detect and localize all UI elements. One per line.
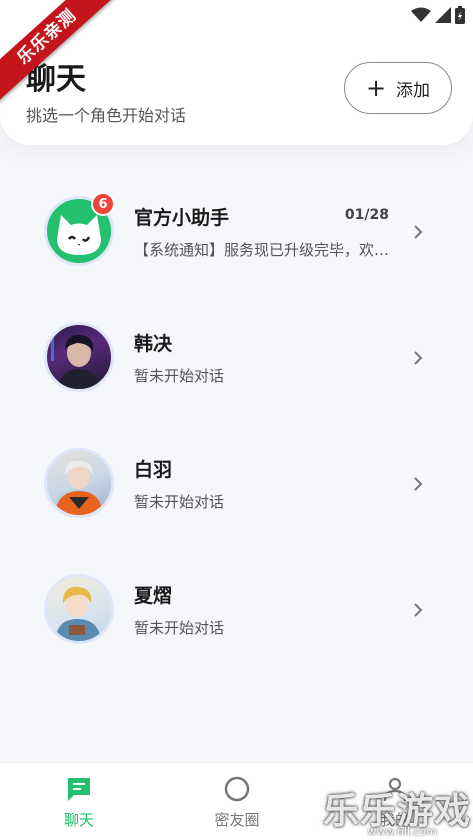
chat-name: 夏熠 (134, 585, 173, 607)
chat-name: 官方小助手 (134, 207, 230, 229)
character-avatar (44, 448, 114, 518)
unread-badge: 6 (91, 192, 115, 216)
chat-preview: 【系统通知】服务现已升级完毕，欢迎使用 (134, 241, 392, 259)
add-button[interactable]: + 添加 (344, 62, 452, 114)
nav-item-chat[interactable]: 聊天 (19, 763, 139, 840)
nav-label: 密友圈 (214, 811, 260, 829)
chat-preview: 暂未开始对话 (134, 367, 225, 385)
bottom-nav: 聊天 密友圈 我的 乐乐游戏 www.6ll.com (0, 762, 473, 840)
chevron-right-icon (414, 603, 423, 617)
chat-time: 01/28 (344, 207, 389, 223)
chat-item-baiyu[interactable]: 白羽 暂未开始对话 (0, 420, 473, 546)
chat-list: 6 官方小助手 01/28 【系统通知】服务现已升级完毕，欢迎使用 韩决 暂未开… (0, 168, 473, 672)
character-avatar (44, 574, 114, 644)
chat-item-assistant[interactable]: 6 官方小助手 01/28 【系统通知】服务现已升级完毕，欢迎使用 (0, 168, 473, 294)
chevron-right-icon (414, 225, 423, 239)
cellular-signal-icon (435, 7, 451, 23)
plus-icon: + (365, 74, 387, 102)
chat-name: 韩决 (134, 333, 173, 355)
chat-bubble-icon (68, 778, 90, 801)
page-subtitle: 挑选一个角色开始对话 (26, 106, 187, 125)
character-avatar (44, 322, 114, 392)
chevron-right-icon (414, 351, 423, 365)
battery-charging-icon (455, 6, 465, 24)
nav-label: 聊天 (63, 811, 94, 829)
chat-item-xiayi[interactable]: 夏熠 暂未开始对话 (0, 546, 473, 672)
chat-item-hanjue[interactable]: 韩决 暂未开始对话 (0, 294, 473, 420)
chat-preview: 暂未开始对话 (134, 619, 225, 637)
watermark-url: www.6ll.com (367, 825, 437, 838)
wifi-icon (411, 7, 431, 22)
add-button-label: 添加 (396, 80, 431, 101)
chat-preview: 暂未开始对话 (134, 493, 225, 511)
chat-name: 白羽 (134, 459, 173, 481)
nav-item-friends-circle[interactable]: 密友圈 (177, 763, 297, 840)
circle-icon (224, 776, 250, 802)
chevron-right-icon (414, 477, 423, 491)
